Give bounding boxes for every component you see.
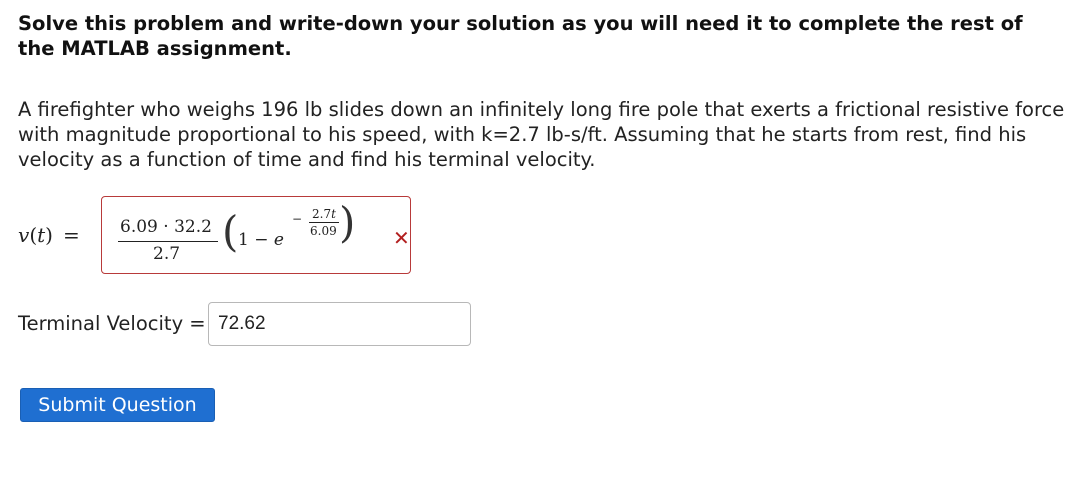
- one-minus: 1 −: [238, 230, 274, 250]
- exponent-denominator: 6.09: [310, 224, 337, 238]
- terminal-velocity-input[interactable]: [208, 302, 471, 346]
- lhs-t: t: [37, 223, 46, 247]
- velocity-lhs: v(t) =: [18, 223, 80, 247]
- lhs-open-paren: (: [29, 223, 38, 247]
- terminal-velocity-label: Terminal Velocity =: [18, 312, 206, 335]
- close-paren: ): [339, 198, 356, 247]
- exponent-numerator: 2.7t: [312, 207, 336, 221]
- lhs-equals: =: [62, 223, 80, 247]
- exponent-fraction-bar: [309, 222, 339, 223]
- exponent-minus: −: [292, 212, 303, 226]
- one-minus-e: 1 − e: [238, 230, 284, 250]
- instructions-heading: Solve this problem and write-down your s…: [18, 12, 1023, 60]
- problem-statement: A firefighter who weighs 196 lb slides d…: [18, 98, 1065, 171]
- fraction-numerator: 6.09 · 32.2: [120, 217, 212, 237]
- open-paren: (: [222, 207, 239, 256]
- lhs-close-paren: ): [45, 223, 53, 247]
- fraction-denominator: 2.7: [153, 244, 181, 264]
- incorrect-x-icon: ✕: [393, 226, 410, 250]
- exponent-var: t: [331, 207, 336, 221]
- euler-e: e: [273, 230, 284, 250]
- lhs-v: v: [18, 223, 30, 247]
- exponent-coef: 2.7: [312, 207, 332, 221]
- submit-question-button[interactable]: Submit Question: [20, 388, 215, 422]
- fraction-bar: [118, 241, 218, 242]
- velocity-answer-field[interactable]: 6.09 · 32.2 2.7 ( 1 − e − 2.7t 6.09 ): [101, 196, 411, 274]
